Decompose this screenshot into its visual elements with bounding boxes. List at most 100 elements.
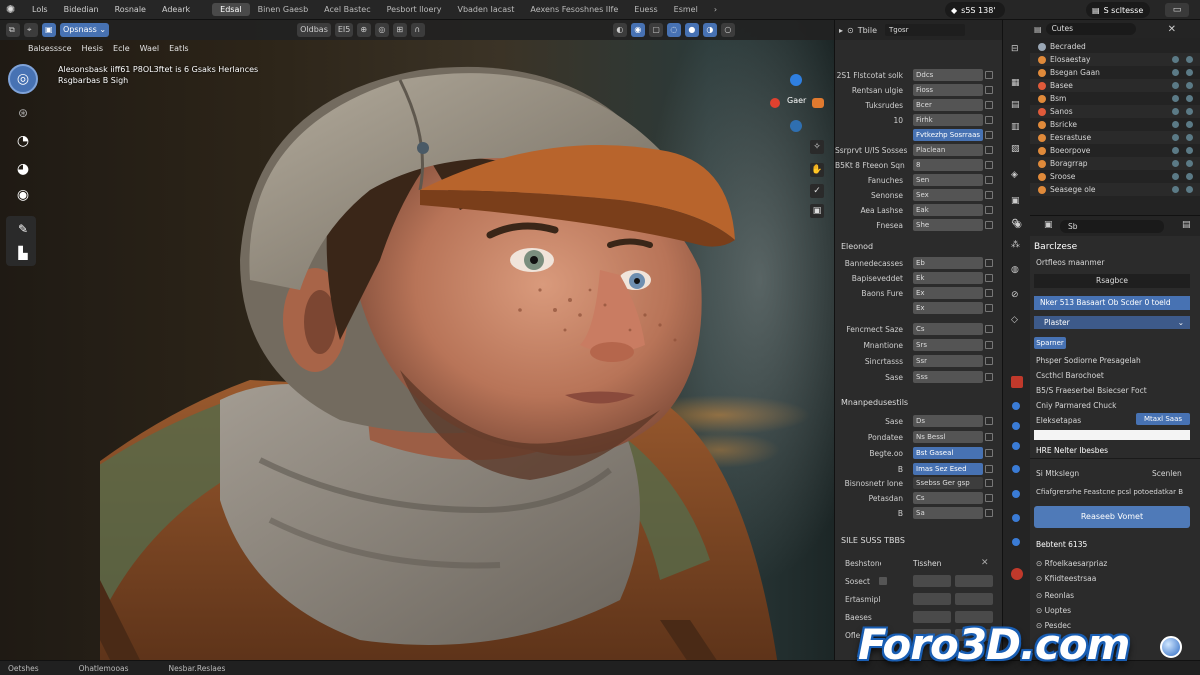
xray-icon[interactable]: ▢ (649, 23, 664, 37)
property-field[interactable]: Ds (913, 415, 983, 427)
data-tab-icon[interactable]: ◇ (1011, 315, 1023, 327)
snap-icon[interactable]: ⊕ (357, 23, 372, 37)
outliner-search[interactable]: Cutes (1045, 23, 1136, 35)
render-camera-icon[interactable] (1186, 69, 1193, 76)
visibility-eye-icon[interactable] (1172, 134, 1179, 141)
checkbox[interactable] (879, 577, 887, 585)
material-tab-icon[interactable] (1011, 376, 1023, 388)
keyframe-icon[interactable] (985, 86, 993, 94)
section-header[interactable]: Mnanpedusestils (841, 398, 908, 407)
keyframe-icon[interactable] (985, 146, 993, 154)
gizmo-x-icon[interactable] (770, 98, 780, 108)
pin-icon[interactable]: ⊙ (847, 26, 854, 35)
keyframe-icon[interactable] (985, 373, 993, 381)
world-tab-icon[interactable]: ◈ (1011, 170, 1023, 182)
menu-window[interactable]: Adeark (154, 5, 198, 14)
visibility-eye-icon[interactable] (1172, 173, 1179, 180)
render-camera-icon[interactable] (1186, 95, 1193, 102)
rendered-shading-icon[interactable]: ○ (721, 23, 736, 37)
particles-tab-icon[interactable]: ⁂ (1011, 240, 1023, 252)
menu-add[interactable]: Ecle (113, 44, 130, 53)
keyframe-icon[interactable] (985, 131, 993, 139)
magnet-icon[interactable]: ∩ (411, 23, 426, 37)
workspace-tab-active[interactable]: Edsal (212, 3, 250, 16)
keyframe-icon[interactable] (985, 449, 993, 457)
property-field[interactable]: Ddcs (913, 69, 983, 81)
property-field[interactable]: Bcer (913, 99, 983, 111)
camera-icon[interactable]: ✓ (810, 184, 824, 198)
layer-list-icon[interactable]: ▭ (1165, 3, 1189, 17)
outliner-row[interactable]: Bsm (1030, 92, 1200, 105)
property-field[interactable]: Imas Sez Esed (913, 463, 983, 475)
scale-tool-icon[interactable]: ◉ (8, 180, 38, 210)
menu-extra[interactable]: Eatls (169, 44, 188, 53)
keyframe-icon[interactable] (985, 101, 993, 109)
property-field[interactable]: Ex (913, 287, 983, 299)
shader-dropdown[interactable]: Plaster ⌄ (1034, 316, 1190, 329)
outliner-row[interactable]: Bsricke (1030, 118, 1200, 131)
gizmo-neg-icon[interactable] (790, 120, 802, 132)
proportional-icon[interactable]: ◎ (375, 23, 390, 37)
cursor-icon[interactable]: ⌖ (24, 23, 38, 37)
scene-selector[interactable]: ◆ s5S 138' (945, 2, 1005, 18)
visibility-eye-icon[interactable] (1172, 186, 1179, 193)
keyframe-icon[interactable] (985, 325, 993, 333)
pan-icon[interactable]: ✋ (810, 163, 824, 177)
perspective-icon[interactable]: ▣ (810, 204, 824, 218)
keyframe-icon[interactable] (985, 221, 993, 229)
view-icon[interactable]: ▣ (1044, 220, 1053, 230)
output-tab-icon[interactable]: ▤ (1011, 100, 1023, 112)
property-field[interactable]: Srs (913, 339, 983, 351)
render-camera-icon[interactable] (1186, 82, 1193, 89)
keyframe-icon[interactable] (985, 176, 993, 184)
render-camera-icon[interactable] (1186, 147, 1193, 154)
render-camera-icon[interactable] (1186, 160, 1193, 167)
3d-viewport[interactable]: ⧉ ⌖ ▣ Opsnass ⌄ Oldbas EI5 ⊕ ◎ ⊞ ∩ ◐ ◉ ▢… (0, 20, 834, 660)
color-tab-icon[interactable] (1012, 538, 1020, 546)
visibility-eye-icon[interactable] (1172, 95, 1179, 102)
color-swatch[interactable] (1034, 430, 1190, 440)
cursor-tool-icon[interactable]: ⊛ (8, 98, 38, 128)
keyframe-icon[interactable] (985, 509, 993, 517)
keyframe-icon[interactable] (985, 161, 993, 169)
properties-icon[interactable]: ▸ (839, 26, 843, 35)
visibility-eye-icon[interactable] (1172, 160, 1179, 167)
wireframe-icon[interactable]: ◌ (667, 23, 682, 37)
render-camera-icon[interactable] (1186, 108, 1193, 115)
sparner-button[interactable]: Sparner (1034, 337, 1066, 349)
bake-tab-icon[interactable] (1012, 514, 1020, 522)
workspace-tab[interactable]: Aexens Fesoshnes IIfe (522, 3, 626, 16)
select-tool-icon[interactable]: ◎ (8, 64, 38, 94)
effects-tab-icon[interactable] (1012, 490, 1020, 498)
texture-tab-icon[interactable] (1012, 402, 1020, 410)
outliner-row[interactable]: Sanos (1030, 105, 1200, 118)
property-field[interactable]: Sa (913, 507, 983, 519)
frame-field[interactable]: EI5 (334, 23, 354, 37)
menu-object[interactable]: Wael (140, 44, 159, 53)
scene-tab-icon[interactable]: ▧ (1011, 144, 1023, 156)
constraints-tab-icon[interactable]: ⊘ (1011, 290, 1023, 302)
outliner-row[interactable]: Seasege ole (1030, 183, 1200, 196)
reset-button[interactable]: Reaseeb Vomet (1034, 506, 1190, 528)
panel-menu-icon[interactable]: ▤ (1182, 220, 1191, 230)
section-header[interactable]: SILE SUSS TBBS (841, 536, 905, 545)
property-field[interactable]: Sen (913, 174, 983, 186)
property-field[interactable]: Cs (913, 323, 983, 335)
visibility-eye-icon[interactable] (1172, 108, 1179, 115)
property-field[interactable]: Bst Gaseal (913, 447, 983, 459)
measure-tool-icon[interactable]: ▙ (8, 238, 38, 268)
property-field[interactable]: Ssr (913, 355, 983, 367)
tool-tab-icon[interactable]: ⊟ (1011, 44, 1023, 56)
gizmo-z-icon[interactable] (790, 74, 802, 86)
workspace-tab[interactable]: Esmel (666, 3, 706, 16)
outliner-row[interactable]: Elosaestay (1030, 53, 1200, 66)
keyframe-icon[interactable] (985, 433, 993, 441)
property-field[interactable]: Ssebss Ger gsp (913, 477, 983, 489)
value-slot[interactable] (955, 575, 993, 587)
close-icon[interactable]: ✕ (1168, 24, 1176, 35)
view-layer-tab-icon[interactable]: ▥ (1011, 122, 1023, 134)
visibility-eye-icon[interactable] (1172, 56, 1179, 63)
property-field[interactable]: Eb (913, 257, 983, 269)
value-slot[interactable] (955, 593, 993, 605)
keyframe-icon[interactable] (985, 259, 993, 267)
